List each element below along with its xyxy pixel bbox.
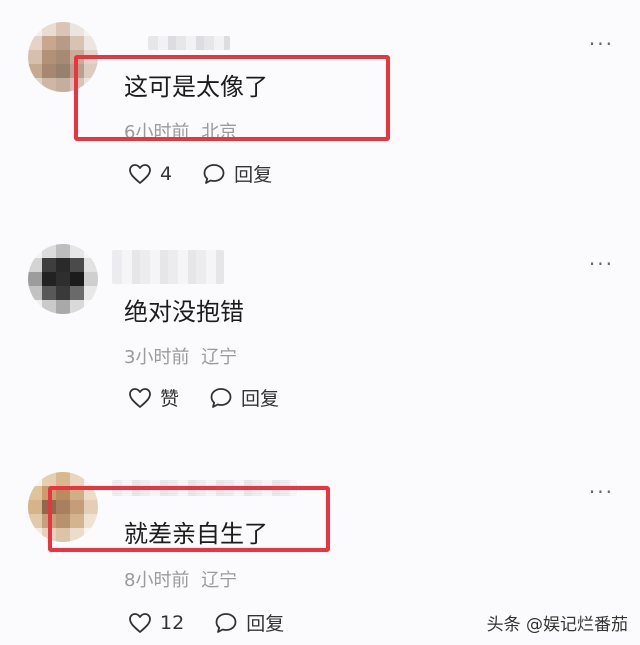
username-blurred[interactable] bbox=[148, 36, 230, 50]
speech-bubble-icon bbox=[203, 163, 225, 184]
reply-button[interactable]: 回复 bbox=[202, 160, 272, 187]
red-highlight-box bbox=[48, 486, 330, 552]
reply-label: 回复 bbox=[234, 164, 273, 186]
speech-bubble-icon bbox=[215, 612, 237, 633]
username-blurred[interactable] bbox=[112, 250, 224, 284]
more-dots-icon[interactable]: ··· bbox=[589, 254, 614, 274]
heart-outline-icon bbox=[129, 163, 151, 184]
more-dots-icon[interactable]: ··· bbox=[589, 34, 614, 54]
reply-button[interactable]: 回复 bbox=[209, 384, 279, 411]
watermark: 头条 @娱记烂番茄 bbox=[486, 615, 628, 635]
comment-actions: 4 回复 bbox=[128, 160, 302, 187]
comment-location: 辽宁 bbox=[201, 570, 238, 591]
comment-location: 辽宁 bbox=[201, 347, 238, 368]
reply-button[interactable]: 回复 bbox=[214, 609, 284, 636]
comment-actions: 赞 回复 bbox=[128, 384, 309, 411]
comment-meta: 8小时前 辽宁 bbox=[124, 566, 237, 592]
comment-time: 8小时前 bbox=[124, 570, 190, 591]
like-button[interactable]: 赞 bbox=[128, 384, 179, 411]
red-highlight-box bbox=[74, 55, 390, 141]
comment-actions: 12 回复 bbox=[128, 609, 314, 636]
speech-bubble-icon bbox=[210, 387, 232, 408]
comment-feed: ··· 这可是太像了 6小时前 北京 4 回复 ··· 绝对没抱错 3小时前 辽… bbox=[0, 0, 640, 645]
like-count: 4 bbox=[160, 162, 173, 185]
like-button[interactable]: 4 bbox=[128, 163, 172, 185]
like-count: 12 bbox=[160, 611, 185, 634]
more-dots-icon[interactable]: ··· bbox=[589, 482, 614, 502]
like-count: 赞 bbox=[160, 388, 180, 410]
avatar[interactable] bbox=[28, 244, 98, 314]
comment-text: 绝对没抱错 bbox=[124, 298, 244, 326]
heart-outline-icon bbox=[129, 387, 151, 408]
like-button[interactable]: 12 bbox=[128, 612, 184, 634]
comment-meta: 3小时前 辽宁 bbox=[124, 343, 237, 369]
comment-time: 3小时前 bbox=[124, 347, 190, 368]
reply-label: 回复 bbox=[246, 613, 285, 635]
reply-label: 回复 bbox=[241, 388, 280, 410]
heart-outline-icon bbox=[129, 612, 151, 633]
